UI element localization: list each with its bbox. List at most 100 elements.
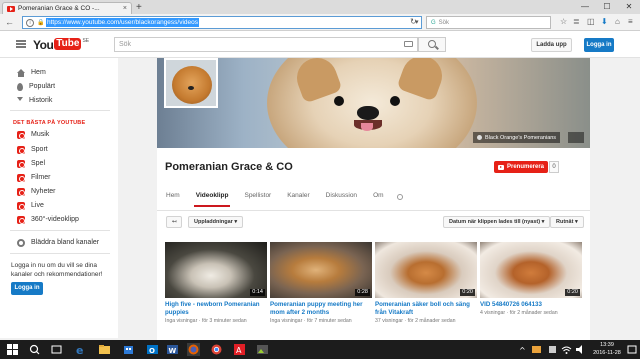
sort-dropdown[interactable]: Datum när klippen lades till (nyast) ▾: [443, 216, 551, 228]
subscribe-button[interactable]: Prenumerera: [494, 161, 548, 173]
video-card[interactable]: 0:20 VID 54840726 064133 4 visningar · f…: [480, 242, 582, 316]
channel-tabs: Hem Videoklipp Spellistor Kanaler Diskus…: [157, 188, 403, 210]
tab-home[interactable]: Hem: [157, 188, 187, 210]
firefox-icon[interactable]: [187, 343, 200, 356]
sidebar-login-button[interactable]: Logga in: [11, 282, 43, 295]
pocket-icon[interactable]: ◫: [587, 17, 595, 27]
star-icon[interactable]: ☆: [560, 17, 567, 27]
browser-tab[interactable]: Pomeranian Grace & CO -... ×: [2, 2, 132, 14]
sidebar-item-browse-channels[interactable]: Bläddra bland kanaler: [17, 237, 99, 248]
url-text[interactable]: https://www.youtube.com/user/blackorange…: [46, 18, 200, 27]
live-icon: [17, 201, 25, 210]
address-bar[interactable]: i 🔒 https://www.youtube.com/user/blackor…: [22, 16, 422, 29]
photos-icon[interactable]: [256, 343, 269, 356]
banner-link[interactable]: Black Orange's Pomeranians: [473, 132, 561, 143]
video-thumbnail[interactable]: 0:28: [270, 242, 372, 298]
sidebar-item-live[interactable]: Live: [17, 200, 44, 211]
video-thumbnail[interactable]: 0:20: [480, 242, 582, 298]
tab-videos[interactable]: Videoklipp: [187, 188, 236, 210]
search-button[interactable]: [418, 37, 446, 52]
video-title[interactable]: Pomeranian säker boll och säng från Vita…: [375, 301, 477, 317]
games-icon: [17, 159, 25, 168]
tab-channels[interactable]: Kanaler: [278, 188, 316, 210]
upload-button[interactable]: Ladda upp: [531, 38, 572, 52]
signin-prompt: Logga in nu om du vill se dina kanaler o…: [11, 262, 103, 278]
channel-avatar[interactable]: [164, 58, 218, 108]
word-icon[interactable]: W: [166, 343, 179, 356]
uploads-dropdown[interactable]: Uppladdningar ▾: [188, 216, 244, 228]
banner-link-label: Black Orange's Pomeranians: [485, 134, 557, 141]
search-input[interactable]: Sök: [114, 37, 418, 52]
sidebar-item-sport[interactable]: Sport: [17, 144, 48, 155]
info-icon[interactable]: i: [26, 18, 34, 27]
new-tab-button[interactable]: +: [136, 2, 142, 13]
video-thumbnail[interactable]: 0:14: [165, 242, 267, 298]
download-icon[interactable]: ⬇: [601, 17, 608, 27]
tray-app-icon[interactable]: [546, 343, 559, 356]
logo-you: You: [33, 38, 54, 52]
view-dropdown[interactable]: Rutnät ▾: [550, 216, 584, 228]
tab-about[interactable]: Om: [364, 188, 390, 210]
sidebar-item-movies[interactable]: Filmer: [17, 172, 50, 183]
maximize-icon[interactable]: ☐: [596, 0, 618, 14]
minimize-icon[interactable]: —: [574, 0, 596, 14]
outlook-icon[interactable]: O: [146, 343, 159, 356]
sidebar-item-history[interactable]: Historik: [17, 95, 52, 106]
volume-icon[interactable]: [574, 343, 587, 356]
channel-search-icon[interactable]: [396, 194, 403, 200]
tab-close-icon[interactable]: ×: [123, 5, 127, 12]
trending-icon: [17, 82, 23, 91]
home-browser-icon[interactable]: ⌂: [615, 17, 620, 27]
edge-icon[interactable]: e: [74, 343, 87, 357]
video-card[interactable]: 0:20 Pomeranian säker boll och säng från…: [375, 242, 477, 324]
video-card[interactable]: 0:14 High five - newborn Pomeranian pupp…: [165, 242, 267, 324]
youtube-logo[interactable]: You Tube SE: [33, 38, 89, 52]
sidebar-divider: [10, 110, 110, 111]
windows-taskbar: e O W A ^ 13:39 2016-11-28: [0, 340, 640, 359]
tray-icon[interactable]: ^: [516, 343, 529, 356]
videos-panel: ↤ Uppladdningar ▾ Datum när klippen lade…: [157, 210, 590, 340]
back-arrow-icon[interactable]: ←: [5, 17, 14, 27]
acrobat-icon[interactable]: A: [233, 343, 246, 356]
tab-discussion[interactable]: Diskussion: [317, 188, 364, 210]
video-title[interactable]: VID 54840726 064133: [480, 301, 582, 309]
back-button[interactable]: ↤: [166, 216, 182, 228]
sidebar-item-label: Spel: [31, 160, 46, 167]
windows-start-icon[interactable]: [6, 343, 19, 356]
chrome-icon[interactable]: [210, 343, 223, 356]
reload-icon[interactable]: ↻: [410, 17, 417, 27]
channel-title[interactable]: Pomeranian Grace & CO: [165, 161, 293, 173]
video-thumbnail[interactable]: 0:20: [375, 242, 477, 298]
search-icon[interactable]: [28, 343, 41, 356]
close-window-icon[interactable]: ✕: [618, 0, 640, 14]
clock-time[interactable]: 13:39: [592, 342, 622, 348]
video-duration: 0:20: [565, 289, 580, 296]
tray-app-icon[interactable]: [530, 343, 543, 356]
sidebar-item-music[interactable]: Musik: [17, 129, 49, 140]
store-icon[interactable]: [122, 343, 135, 356]
guide-menu-icon[interactable]: [16, 40, 26, 48]
notifications-icon[interactable]: [626, 343, 638, 356]
keyboard-icon[interactable]: [404, 41, 413, 47]
browser-nav-bar: ← i 🔒 https://www.youtube.com/user/black…: [0, 14, 640, 31]
sidebar-divider: [10, 230, 110, 231]
sidebar-item-360[interactable]: 360°-videoklipp: [17, 214, 79, 225]
sidebar-item-trending[interactable]: Populärt: [17, 81, 55, 92]
sidebar-divider: [10, 253, 110, 254]
login-button[interactable]: Logga in: [584, 38, 614, 52]
browser-search-box[interactable]: G Sök: [426, 16, 551, 29]
sidebar-item-games[interactable]: Spel: [17, 158, 45, 169]
menu-icon[interactable]: ≡: [628, 17, 633, 27]
banner-social-icon[interactable]: [568, 132, 584, 143]
tab-playlists[interactable]: Spellistor: [235, 188, 278, 210]
video-card[interactable]: 0:28 Pomeranian puppy meeting her mom af…: [270, 242, 372, 324]
file-explorer-icon[interactable]: [98, 343, 111, 356]
reading-list-icon[interactable]: ≣: [573, 17, 580, 27]
task-view-icon[interactable]: [50, 343, 63, 356]
clock-date[interactable]: 2016-11-28: [588, 350, 626, 356]
video-title[interactable]: High five - newborn Pomeranian puppies: [165, 301, 267, 317]
sidebar-item-home[interactable]: Hem: [17, 67, 46, 78]
video-title[interactable]: Pomeranian puppy meeting her mom after 2…: [270, 301, 372, 317]
sidebar-item-news[interactable]: Nyheter: [17, 186, 56, 197]
network-icon[interactable]: [560, 343, 573, 356]
